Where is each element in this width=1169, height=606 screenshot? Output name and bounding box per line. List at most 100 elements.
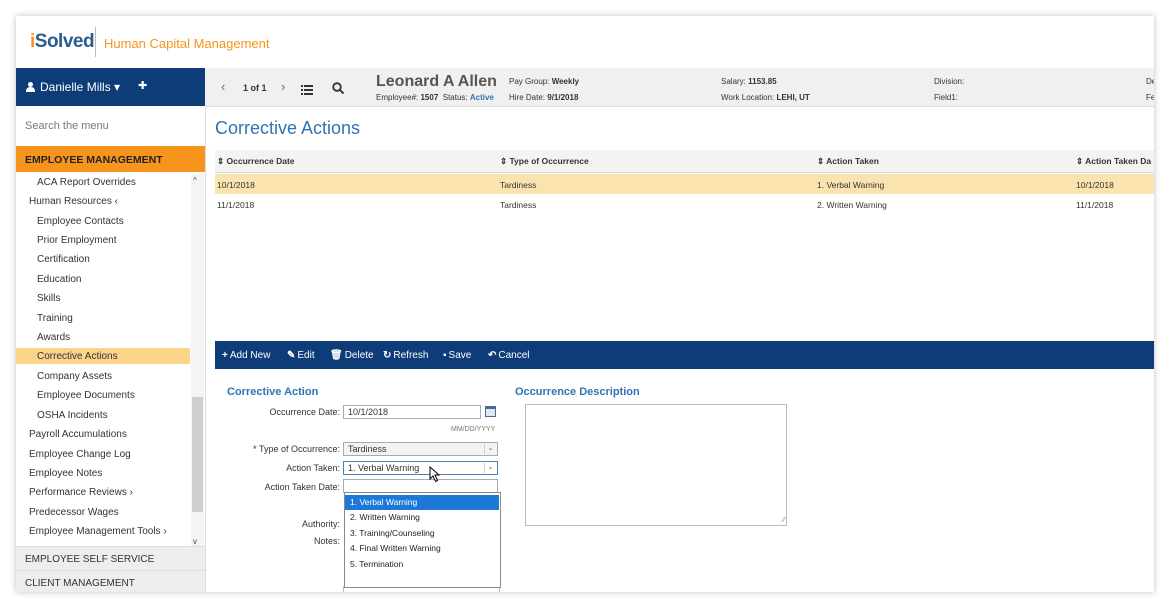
- sidebar-item-certification[interactable]: Certification: [37, 254, 90, 265]
- type-of-occurrence-label: * Type of Occurrence:: [253, 444, 340, 454]
- action-taken-date-label: Action Taken Date:: [264, 482, 340, 492]
- main-content: Corrective Actions ⇕ Occurrence Date ⇕ T…: [215, 106, 1154, 592]
- authority-label: Authority:: [301, 519, 340, 529]
- sidebar-item-prior-employment[interactable]: Prior Employment: [37, 235, 116, 246]
- sidebar-item-payroll-accumulations[interactable]: Payroll Accumulations: [29, 429, 127, 440]
- grid-header: ⇕ Occurrence Date ⇕ Type of Occurrence ⇕…: [215, 150, 1154, 173]
- app-window: iSolved Human Capital Management Daniell…: [16, 16, 1154, 592]
- resize-handle-icon[interactable]: ⁄⁄: [783, 517, 785, 524]
- menu-search-input[interactable]: Search the menu: [25, 120, 109, 132]
- pin-icon[interactable]: ✚: [138, 79, 147, 92]
- mouse-cursor-icon: [429, 466, 441, 483]
- sidebar-item-employee-management-tools[interactable]: Employee Management Tools ›: [29, 526, 167, 537]
- action-taken-label: Action Taken:: [286, 463, 340, 473]
- scroll-down-icon[interactable]: v: [193, 537, 197, 546]
- occurrence-description-title: Occurrence Description: [515, 386, 640, 398]
- sidebar-item-education[interactable]: Education: [37, 274, 81, 285]
- action-taken-date-input[interactable]: [343, 479, 498, 493]
- scrollbar-thumb[interactable]: [192, 397, 203, 512]
- sidebar-item-label: Corrective Actions: [37, 351, 118, 362]
- isolved-logo[interactable]: iSolved: [30, 31, 95, 53]
- column-action-taken-date[interactable]: ⇕ Action Taken Da: [1076, 156, 1151, 167]
- edit-icon: ✎: [287, 350, 296, 361]
- column-type-of-occurrence[interactable]: ⇕ Type of Occurrence: [500, 156, 589, 167]
- cancel-button[interactable]: ↶ Cancel: [488, 350, 530, 361]
- employee-name: Leonard A Allen: [376, 73, 497, 90]
- edit-button[interactable]: ✎ Edit: [287, 350, 315, 361]
- table-row[interactable]: 11/1/2018 Tardiness 2. Written Warning 1…: [215, 194, 1154, 214]
- caret-down-icon: ▾: [114, 80, 121, 94]
- sidebar-item-company-assets[interactable]: Company Assets: [37, 371, 112, 382]
- user-icon: [26, 82, 35, 92]
- sidebar-item-employee-documents[interactable]: Employee Documents: [37, 390, 135, 401]
- sidebar-item-corrective-actions[interactable]: Corrective Actions: [16, 348, 190, 364]
- trash-icon: 🗑: [330, 350, 343, 361]
- sidebar-item-awards[interactable]: Awards: [37, 332, 70, 343]
- chevron-down-icon: ⌄: [484, 463, 496, 473]
- add-new-button[interactable]: + Add New: [222, 350, 270, 361]
- undo-icon: ↶: [488, 350, 497, 361]
- pager: 1 of 1: [243, 83, 267, 93]
- user-menu-button[interactable]: Danielle Mills ▾: [26, 80, 120, 94]
- sort-icon: ⇕: [500, 156, 508, 166]
- sidebar: Search the menu EMPLOYEE MANAGEMENT ACA …: [16, 106, 206, 592]
- prev-employee-button[interactable]: ‹: [221, 79, 225, 94]
- sort-icon: ⇕: [817, 156, 825, 166]
- action-taken-select[interactable]: 1. Verbal Warning ⌄: [343, 461, 498, 475]
- option-verbal-warning[interactable]: 1. Verbal Warning: [345, 495, 499, 510]
- save-button[interactable]: ▪ Save: [443, 350, 471, 361]
- sidebar-item-skills[interactable]: Skills: [37, 293, 60, 304]
- section-employee-self-service[interactable]: EMPLOYEE SELF SERVICE: [16, 546, 205, 571]
- occurrence-description-textarea[interactable]: ⁄⁄: [525, 404, 787, 526]
- sidebar-item-employee-contacts[interactable]: Employee Contacts: [37, 216, 124, 227]
- option-written-warning[interactable]: 2. Written Warning: [345, 510, 499, 525]
- sidebar-item-training[interactable]: Training: [37, 313, 73, 324]
- brand-bar: iSolved Human Capital Management: [16, 16, 1154, 69]
- option-training-counseling[interactable]: 3. Training/Counseling: [345, 526, 499, 541]
- sidebar-item-employee-notes[interactable]: Employee Notes: [29, 468, 102, 479]
- scroll-up-icon[interactable]: ^: [193, 176, 197, 185]
- list-icon-svg: [301, 85, 313, 95]
- column-occurrence-date[interactable]: ⇕ Occurrence Date: [217, 156, 295, 167]
- delete-button[interactable]: 🗑 Delete: [330, 350, 374, 361]
- option-final-written-warning[interactable]: 4. Final Written Warning: [345, 541, 499, 556]
- date-format-hint: MM/DD/YYYY: [451, 426, 496, 433]
- sidebar-item-predecessor-wages[interactable]: Predecessor Wages: [29, 507, 119, 518]
- next-employee-button[interactable]: ›: [281, 79, 285, 94]
- employee-id-status: Employee#: 1507 Status: Active: [376, 93, 494, 102]
- type-of-occurrence-select[interactable]: Tardiness ⌄: [343, 442, 498, 456]
- search-icon-svg: [332, 82, 345, 95]
- occurrence-date-label: Occurrence Date:: [269, 407, 340, 417]
- salary: Salary: 1153.85: [721, 77, 777, 86]
- action-toolbar: + Add New ✎ Edit 🗑 Delete ↻ Refresh ▪ Save ↶ C…: [215, 341, 1154, 369]
- calendar-icon[interactable]: [485, 406, 496, 417]
- user-name: Danielle Mills: [40, 80, 111, 94]
- sidebar-item-aca-report-overrides[interactable]: ACA Report Overrides: [37, 177, 136, 188]
- column-action-taken[interactable]: ⇕ Action Taken: [817, 156, 879, 167]
- hire-date: Hire Date: 9/1/2018: [509, 93, 579, 102]
- section-employee-management[interactable]: EMPLOYEE MANAGEMENT: [16, 146, 205, 172]
- refresh-button[interactable]: ↻ Refresh: [383, 350, 428, 361]
- sort-icon: ⇕: [1076, 156, 1084, 166]
- app-title: Human Capital Management: [104, 36, 270, 51]
- header-cut-label-1: De: [1146, 77, 1154, 86]
- option-termination[interactable]: 5. Termination: [345, 557, 499, 572]
- division: Division:: [934, 77, 965, 86]
- sort-icon: ⇕: [217, 156, 225, 166]
- sidebar-item-performance-reviews[interactable]: Performance Reviews ›: [29, 487, 133, 498]
- sidebar-item-human-resources[interactable]: Human Resources ‹: [29, 196, 118, 207]
- occurrence-date-input[interactable]: 10/1/2018: [343, 405, 481, 419]
- list-icon[interactable]: [301, 82, 313, 95]
- action-taken-dropdown: 1. Verbal Warning 2. Written Warning 3. …: [344, 492, 501, 588]
- work-location: Work Location: LEHI, UT: [721, 93, 810, 102]
- user-bar: Danielle Mills ▾ ✚: [16, 68, 205, 106]
- sidebar-item-osha-incidents[interactable]: OSHA Incidents: [37, 410, 108, 421]
- notes-label: Notes:: [313, 536, 340, 546]
- section-client-management[interactable]: CLIENT MANAGEMENT: [16, 570, 205, 592]
- field1: Field1:: [934, 93, 959, 102]
- search-icon[interactable]: [332, 81, 345, 95]
- sidebar-item-employee-change-log[interactable]: Employee Change Log: [29, 449, 131, 460]
- table-row[interactable]: 10/1/2018 Tardiness 1. Verbal Warning 10…: [215, 174, 1154, 194]
- refresh-icon: ↻: [383, 350, 392, 361]
- sidebar-scrollbar[interactable]: ^ v: [191, 174, 204, 546]
